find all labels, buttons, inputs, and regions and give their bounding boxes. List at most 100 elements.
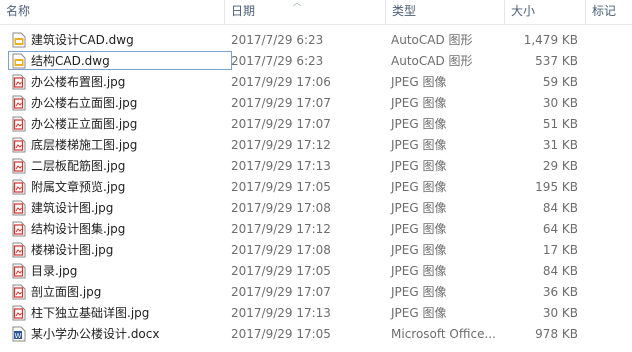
word-doc-icon: W xyxy=(12,326,26,342)
file-size: 51 KB xyxy=(542,117,578,131)
dwg-file-icon xyxy=(12,53,26,69)
file-date: 2017/7/29 6:23 xyxy=(231,33,324,47)
file-name: 建筑设计CAD.dwg xyxy=(31,33,134,47)
column-header-type-label: 类型 xyxy=(392,4,417,18)
file-row[interactable]: 结构CAD.dwg 2017/7/29 6:23 AutoCAD 图形 537 KB xyxy=(0,51,632,71)
column-header-tags-label: 标记 xyxy=(592,4,617,18)
file-name: 某小学办公楼设计.docx xyxy=(31,327,160,341)
jpeg-file-icon xyxy=(12,305,26,321)
file-type: AutoCAD 图形 xyxy=(391,54,473,68)
file-name: 底层楼梯施工图.jpg xyxy=(31,138,138,152)
file-size: 36 KB xyxy=(542,285,578,299)
file-row[interactable]: 剖立面图.jpg 2017/9/29 17:07 JPEG 图像 36 KB xyxy=(0,282,632,302)
file-size: 31 KB xyxy=(542,138,578,152)
jpeg-file-icon xyxy=(12,116,26,132)
file-size: 1,479 KB xyxy=(523,33,578,47)
file-date: 2017/9/29 17:08 xyxy=(231,243,331,257)
file-name: 剖立面图.jpg xyxy=(31,285,102,299)
file-name: 结构CAD.dwg xyxy=(31,54,110,68)
file-type: JPEG 图像 xyxy=(391,180,447,194)
file-type: JPEG 图像 xyxy=(391,75,447,89)
file-date: 2017/9/29 17:07 xyxy=(231,285,331,299)
file-name: 结构设计图集.jpg xyxy=(31,222,126,236)
file-date: 2017/9/29 17:12 xyxy=(231,222,331,236)
sort-caret-icon: ︿ xyxy=(293,0,301,7)
file-type: JPEG 图像 xyxy=(391,117,447,131)
file-name: 办公楼右立面图.jpg xyxy=(31,96,138,110)
file-row[interactable]: 目录.jpg 2017/9/29 17:05 JPEG 图像 84 KB xyxy=(0,261,632,281)
jpeg-file-icon xyxy=(12,179,26,195)
file-size: 30 KB xyxy=(542,306,578,320)
file-date: 2017/9/29 17:07 xyxy=(231,117,331,131)
file-row[interactable]: 建筑设计图.jpg 2017/9/29 17:08 JPEG 图像 84 KB xyxy=(0,198,632,218)
column-header-name-label: 名称 xyxy=(6,4,31,18)
file-row[interactable]: 办公楼右立面图.jpg 2017/9/29 17:07 JPEG 图像 30 KB xyxy=(0,93,632,113)
file-row[interactable]: 建筑设计CAD.dwg 2017/7/29 6:23 AutoCAD 图形 1,479… xyxy=(0,30,632,50)
column-header-date-label: 日期 xyxy=(231,4,256,18)
file-size: 29 KB xyxy=(542,159,578,173)
file-type: JPEG 图像 xyxy=(391,285,447,299)
file-row[interactable]: 底层楼梯施工图.jpg 2017/9/29 17:12 JPEG 图像 31 KB xyxy=(0,135,632,155)
file-row[interactable]: 二层板配筋图.jpg 2017/9/29 17:13 JPEG 图像 29 KB xyxy=(0,156,632,176)
file-size: 17 KB xyxy=(542,243,578,257)
file-date: 2017/9/29 17:13 xyxy=(231,306,331,320)
file-row[interactable]: W 某小学办公楼设计.docx 2017/9/29 17:05 Microsoft O… xyxy=(0,324,632,344)
file-type: JPEG 图像 xyxy=(391,159,447,173)
file-row[interactable]: 柱下独立基础详图.jpg 2017/9/29 17:13 JPEG 图像 30 KB xyxy=(0,303,632,323)
jpeg-file-icon xyxy=(12,284,26,300)
file-size: 84 KB xyxy=(542,264,578,278)
jpeg-file-icon xyxy=(12,242,26,258)
file-type: JPEG 图像 xyxy=(391,306,447,320)
file-size: 64 KB xyxy=(542,222,578,236)
file-date: 2017/9/29 17:05 xyxy=(231,327,331,341)
file-type: JPEG 图像 xyxy=(391,96,447,110)
file-date: 2017/9/29 17:05 xyxy=(231,264,331,278)
file-type: JPEG 图像 xyxy=(391,222,447,236)
file-date: 2017/9/29 17:05 xyxy=(231,180,331,194)
column-header-size[interactable]: 大小 xyxy=(505,0,585,24)
file-date: 2017/7/29 6:23 xyxy=(231,54,324,68)
file-row[interactable]: 结构设计图集.jpg 2017/9/29 17:12 JPEG 图像 64 KB xyxy=(0,219,632,239)
file-row[interactable]: 楼梯设计图.jpg 2017/9/29 17:08 JPEG 图像 17 KB xyxy=(0,240,632,260)
file-size: 537 KB xyxy=(535,54,578,68)
file-type: JPEG 图像 xyxy=(391,243,447,257)
file-name: 柱下独立基础详图.jpg xyxy=(31,306,150,320)
column-header-size-label: 大小 xyxy=(511,4,536,18)
file-type: JPEG 图像 xyxy=(391,264,447,278)
file-date: 2017/9/29 17:07 xyxy=(231,96,331,110)
jpeg-file-icon xyxy=(12,95,26,111)
file-name: 附属文章预览.jpg xyxy=(31,180,126,194)
file-name: 办公楼布置图.jpg xyxy=(31,75,126,89)
column-header-type[interactable]: 类型 xyxy=(386,0,504,24)
jpeg-file-icon xyxy=(12,200,26,216)
file-size: 30 KB xyxy=(542,96,578,110)
dwg-file-icon xyxy=(12,32,26,48)
file-row[interactable]: 办公楼正立面图.jpg 2017/9/29 17:07 JPEG 图像 51 KB xyxy=(0,114,632,134)
file-date: 2017/9/29 17:12 xyxy=(231,138,331,152)
file-size: 195 KB xyxy=(535,180,578,194)
file-row[interactable]: 附属文章预览.jpg 2017/9/29 17:05 JPEG 图像 195 KB xyxy=(0,177,632,197)
file-date: 2017/9/29 17:08 xyxy=(231,201,331,215)
file-name: 建筑设计图.jpg xyxy=(31,201,114,215)
jpeg-file-icon xyxy=(12,221,26,237)
file-type: Microsoft Office... xyxy=(391,327,496,341)
file-name: 楼梯设计图.jpg xyxy=(31,243,114,257)
file-name: 办公楼正立面图.jpg xyxy=(31,117,138,131)
column-header-bar: 名称 日期 ︿ 类型 大小 标记 xyxy=(0,0,632,25)
file-type: JPEG 图像 xyxy=(391,201,447,215)
file-row[interactable]: 办公楼布置图.jpg 2017/9/29 17:06 JPEG 图像 59 KB xyxy=(0,72,632,92)
jpeg-file-icon xyxy=(12,137,26,153)
jpeg-file-icon xyxy=(12,263,26,279)
file-type: JPEG 图像 xyxy=(391,138,447,152)
file-name: 目录.jpg xyxy=(31,264,78,278)
file-type: AutoCAD 图形 xyxy=(391,33,473,47)
file-size: 84 KB xyxy=(542,201,578,215)
jpeg-file-icon xyxy=(12,158,26,174)
jpeg-file-icon xyxy=(12,74,26,90)
svg-text:W: W xyxy=(15,332,22,340)
column-header-name[interactable]: 名称 xyxy=(0,0,224,24)
file-size: 59 KB xyxy=(542,75,578,89)
file-date: 2017/9/29 17:13 xyxy=(231,159,331,173)
column-header-tags[interactable]: 标记 xyxy=(586,0,632,24)
column-header-date[interactable]: 日期 xyxy=(225,0,385,24)
